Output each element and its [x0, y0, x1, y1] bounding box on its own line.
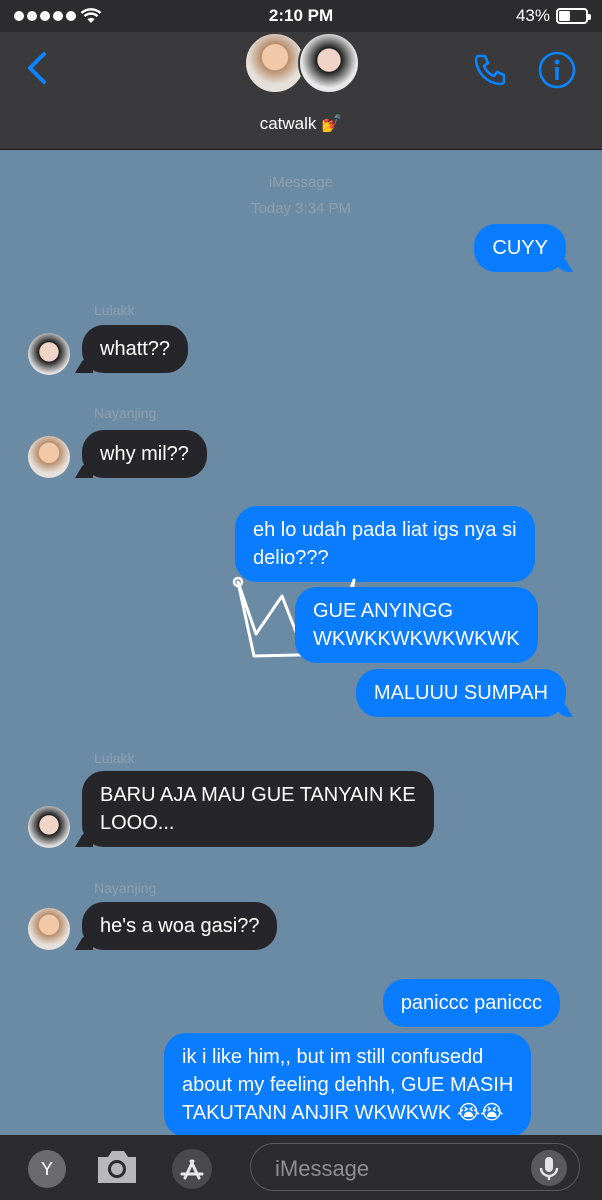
incoming-message[interactable]: BARU AJA MAU GUE TANYAIN KE LOOO...	[82, 771, 434, 847]
back-chevron-icon[interactable]	[20, 50, 56, 86]
message-input[interactable]: iMessage	[250, 1143, 580, 1191]
outgoing-message[interactable]: GUE ANYINGG WKWKKWKWKWKWK	[295, 587, 538, 663]
microphone-icon	[539, 1157, 559, 1180]
sender-name: Lulakk	[94, 302, 135, 318]
app-store-button[interactable]	[172, 1149, 212, 1189]
battery-icon	[556, 8, 591, 24]
outgoing-message[interactable]: MALUUU SUMPAH	[355, 669, 566, 717]
incoming-message[interactable]: whatt??	[82, 325, 189, 373]
conversation-header: catwalk 💅	[0, 32, 602, 150]
timestamp: Today 3:34 PM	[250, 200, 352, 217]
camera-icon[interactable]	[94, 1147, 140, 1187]
battery-percent: 43%	[515, 6, 550, 25]
battery-level	[559, 11, 571, 21]
phone-icon[interactable]	[470, 50, 510, 90]
outgoing-message[interactable]: eh lo udah pada liat igs nya si delio???	[235, 506, 535, 582]
group-avatars[interactable]	[244, 32, 364, 102]
microphone-button[interactable]	[531, 1150, 567, 1186]
avatar[interactable]	[28, 333, 70, 375]
group-name[interactable]: catwalk 💅	[0, 114, 602, 134]
avatar[interactable]	[28, 908, 70, 950]
y-button[interactable]: Y	[28, 1150, 66, 1188]
info-icon[interactable]	[537, 50, 577, 90]
incoming-message[interactable]: he's a woa gasi??	[82, 902, 278, 950]
outgoing-message[interactable]: ik i like him,, but im still confusedd a…	[164, 1033, 532, 1135]
signal-indicator	[14, 8, 102, 24]
avatar[interactable]	[28, 806, 70, 848]
outgoing-message[interactable]: CUYY	[474, 224, 566, 272]
input-bar: Y iMessage	[0, 1135, 602, 1200]
outgoing-message[interactable]: paniccc paniccc	[382, 979, 560, 1027]
avatar	[244, 32, 306, 94]
message-thread[interactable]: iMessage Today 3:34 PM CUYY Lulakk whatt…	[0, 150, 602, 1135]
sender-name: Nayanjing	[94, 405, 157, 421]
avatar	[298, 32, 360, 94]
sender-name: Lulakk	[94, 750, 135, 766]
incoming-message[interactable]: why mil??	[82, 430, 207, 478]
status-bar: 2:10 PM 43%	[0, 0, 602, 32]
app-store-icon	[180, 1159, 204, 1180]
service-label: iMessage	[268, 174, 334, 191]
avatar[interactable]	[28, 436, 70, 478]
message-placeholder: iMessage	[275, 1156, 370, 1181]
sender-name: Nayanjing	[94, 880, 157, 896]
battery-indicator: 43%	[515, 6, 591, 26]
wifi-icon	[80, 8, 102, 23]
cell-signal-icon	[14, 11, 76, 21]
